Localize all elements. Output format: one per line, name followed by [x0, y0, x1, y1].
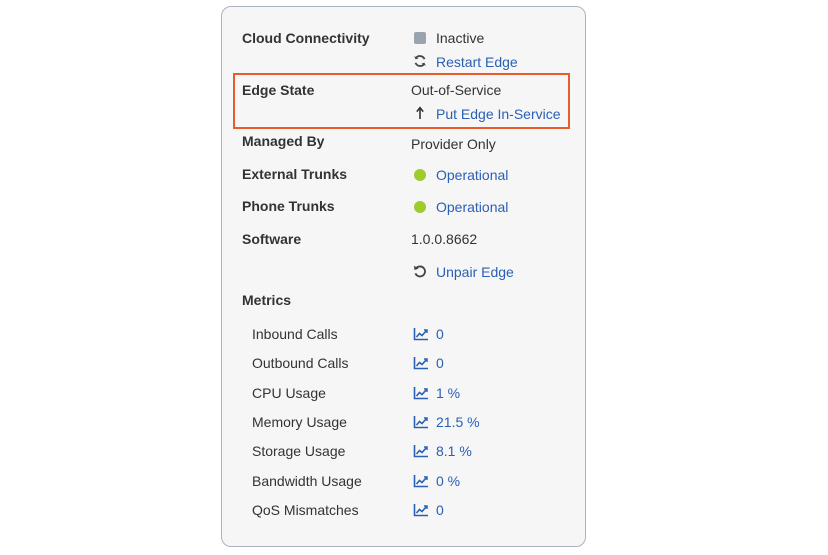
software-label: Software: [242, 231, 302, 247]
metric-value-link[interactable]: 0: [436, 325, 444, 343]
metric-value-link[interactable]: 8.1 %: [436, 442, 472, 460]
line-chart-icon: [413, 387, 428, 400]
phone-trunks-status-link[interactable]: Operational: [436, 198, 508, 216]
metric-value-link[interactable]: 1 %: [436, 384, 460, 402]
line-chart-icon: [413, 357, 428, 370]
metric-value-link[interactable]: 0: [436, 501, 444, 519]
metrics-heading: Metrics: [242, 292, 292, 308]
metric-label-qos-mismatches: QoS Mismatches: [252, 502, 359, 518]
metric-value-link[interactable]: 0: [436, 354, 444, 372]
restart-edge-link[interactable]: Restart Edge: [436, 53, 518, 71]
external-trunks-status-link[interactable]: Operational: [436, 166, 508, 184]
arrow-up-icon: [416, 106, 424, 119]
unpair-edge-link[interactable]: Unpair Edge: [436, 263, 514, 281]
metric-value-link[interactable]: 0 %: [436, 472, 460, 490]
phone-trunks-label: Phone Trunks: [242, 198, 335, 214]
line-chart-icon: [413, 328, 428, 341]
software-version-value: 1.0.0.8662: [411, 231, 478, 247]
managed-by-label: Managed By: [242, 133, 325, 149]
metric-label-outbound-calls: Outbound Calls: [252, 355, 349, 371]
metric-label-cpu-usage: CPU Usage: [252, 385, 326, 401]
operational-status-icon: [414, 201, 426, 213]
metric-value-link[interactable]: 21.5 %: [436, 413, 480, 431]
line-chart-icon: [413, 416, 428, 429]
put-edge-in-service-link[interactable]: Put Edge In-Service: [436, 105, 561, 123]
undo-icon: [414, 265, 426, 278]
inactive-status-icon: [414, 32, 426, 44]
operational-status-icon: [414, 169, 426, 181]
cloud-connectivity-label: Cloud Connectivity: [242, 30, 370, 46]
cloud-connectivity-value: Inactive: [436, 30, 485, 46]
refresh-icon: [414, 55, 426, 67]
metric-label-bandwidth-usage: Bandwidth Usage: [252, 473, 362, 489]
managed-by-value: Provider Only: [411, 136, 496, 152]
external-trunks-label: External Trunks: [242, 166, 348, 182]
line-chart-icon: [413, 504, 428, 517]
metric-label-storage-usage: Storage Usage: [252, 443, 346, 459]
edge-state-label: Edge State: [242, 82, 315, 98]
metric-label-inbound-calls: Inbound Calls: [252, 326, 338, 342]
edge-state-value: Out-of-Service: [411, 82, 502, 98]
line-chart-icon: [413, 445, 428, 458]
metric-label-memory-usage: Memory Usage: [252, 414, 347, 430]
line-chart-icon: [413, 475, 428, 488]
